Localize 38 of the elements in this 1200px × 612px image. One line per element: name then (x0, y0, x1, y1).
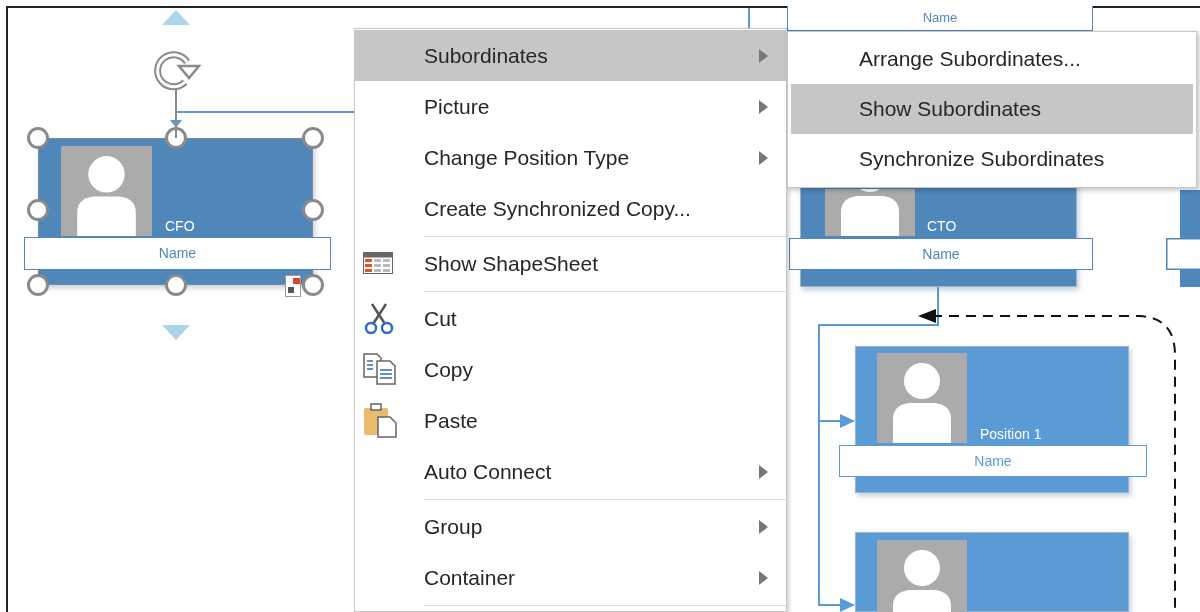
resize-handle[interactable] (27, 274, 49, 296)
paste-icon (363, 403, 397, 438)
menu-item[interactable]: Paste (355, 395, 786, 446)
resize-handle[interactable] (302, 127, 324, 149)
menu-item[interactable]: Cut (355, 293, 786, 344)
spreadsheet-icon (363, 252, 393, 274)
scissors-icon (363, 302, 395, 334)
quick-style-icon[interactable] (285, 275, 301, 297)
menu-item[interactable]: Group (355, 501, 786, 552)
menu-item[interactable]: Create Synchronized Copy... (355, 183, 786, 234)
connector-line (748, 7, 750, 31)
resize-handle[interactable] (27, 127, 49, 149)
menu-item[interactable]: Arrange Subordinates... (791, 34, 1193, 84)
menu-item[interactable]: Container (355, 552, 786, 603)
position-title: CFO (165, 219, 195, 233)
resize-handle[interactable] (302, 274, 324, 296)
submenu-arrow-icon (759, 520, 768, 534)
submenu-arrow-icon (759, 571, 768, 585)
menu-item[interactable]: Change Position Type (355, 132, 786, 183)
submenu-arrow-icon (759, 100, 768, 114)
position-title: Position 1 (980, 427, 1042, 441)
position-title: CTO (927, 219, 957, 233)
menu-item[interactable]: Show ShapeSheet (355, 238, 786, 289)
menu-item[interactable]: Picture (355, 81, 786, 132)
menu-item[interactable]: Show Subordinates (791, 84, 1193, 134)
menu-item[interactable]: Auto Connect (355, 446, 786, 497)
submenu-arrow-icon (759, 465, 768, 479)
org-chart-shape[interactable] (855, 532, 1129, 612)
name-label: Name (789, 238, 1093, 270)
submenu-arrow-icon (759, 151, 768, 165)
org-chart-shape[interactable] (1166, 190, 1200, 287)
resize-handle[interactable] (27, 198, 49, 221)
name-label: Name (839, 445, 1147, 477)
menu-item[interactable]: Copy (355, 344, 786, 395)
submenu-arrow-icon (759, 49, 768, 63)
name-label: Name (787, 6, 1093, 31)
copy-icon (363, 353, 397, 385)
menu-item[interactable]: Subordinates (355, 30, 786, 81)
